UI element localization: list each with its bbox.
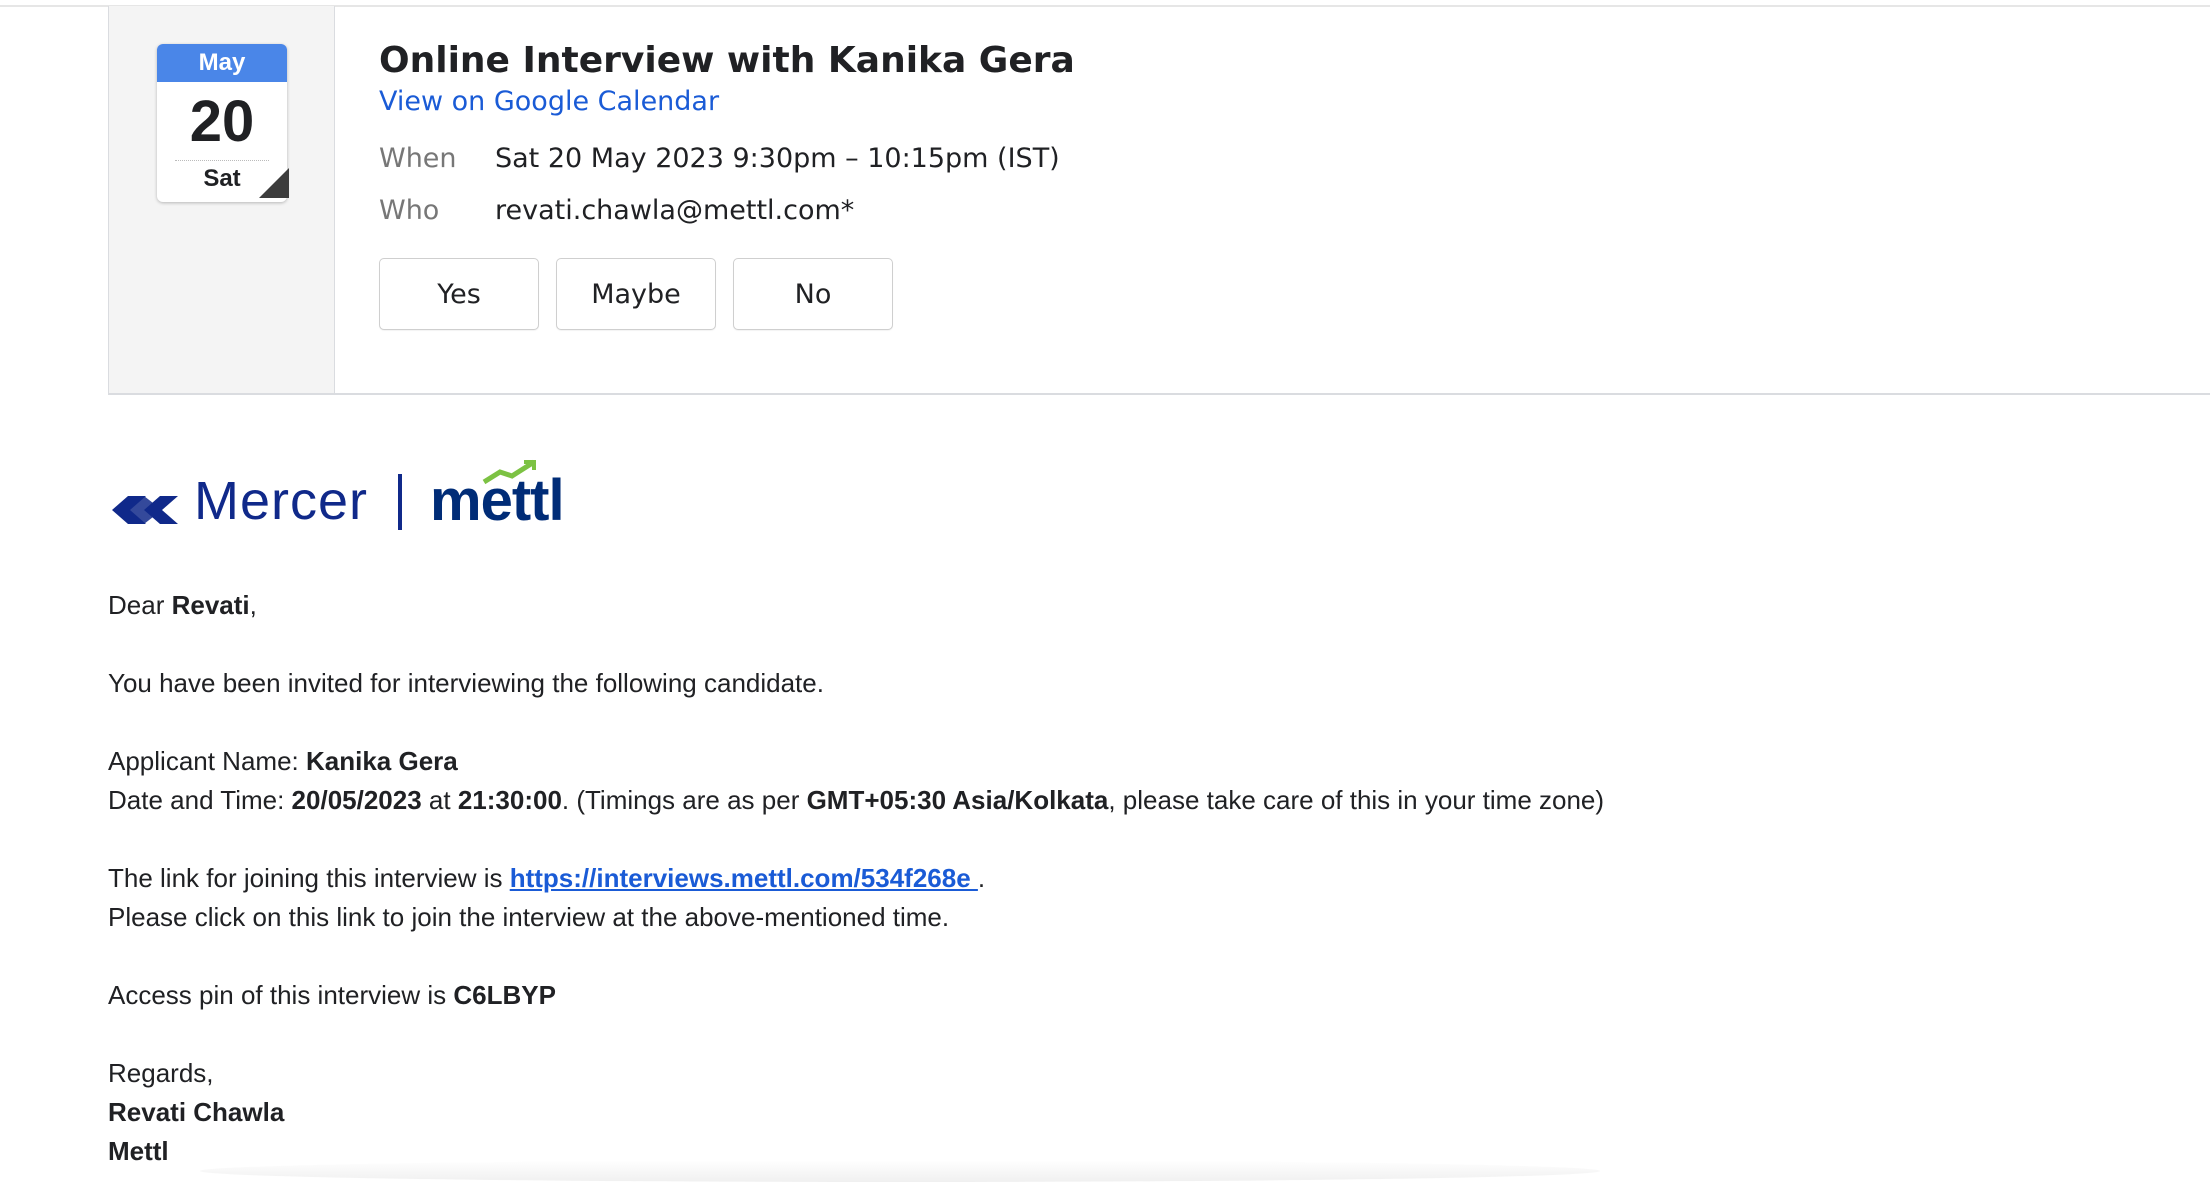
rsvp-no-button[interactable]: No — [733, 258, 893, 330]
rsvp-yes-button[interactable]: Yes — [379, 258, 539, 330]
event-who-row: Who revati.chawla@mettl.com* — [379, 184, 1075, 236]
mettl-logo: mettl — [430, 459, 565, 532]
page-curl-icon — [259, 168, 289, 198]
when-label: When — [379, 142, 457, 174]
applicant-label: Applicant Name: — [108, 746, 306, 776]
applicant-line: Applicant Name: Kanika Gera — [108, 742, 1604, 781]
link-suffix: . — [977, 863, 986, 893]
event-details: Online Interview with Kanika Gera View o… — [379, 38, 1075, 330]
link-line: The link for joining this interview is h… — [108, 859, 1604, 898]
when-value: Sat 20 May 2023 9:30pm – 10:15pm (IST) — [495, 142, 1060, 174]
intro-text: You have been invited for interviewing t… — [108, 668, 824, 698]
who-label: Who — [379, 194, 440, 226]
mercer-wordmark: Mercer — [194, 471, 369, 531]
datetime-line: Date and Time: 20/05/2023 at 21:30:00. (… — [108, 781, 1604, 820]
calendar-month: May — [157, 44, 287, 82]
access-pin: C6LBYP — [453, 980, 556, 1010]
mercer-mettl-logo: Mercer mettl — [110, 458, 565, 532]
pin-prefix: Access pin of this interview is — [108, 980, 454, 1010]
calendar-invite-card: May 20 Sat Online Interview with Kanika … — [108, 6, 2210, 395]
event-when-row: When Sat 20 May 2023 9:30pm – 10:15pm (I… — [379, 132, 1075, 184]
timing-prefix: . (Timings are as per — [561, 785, 807, 815]
rsvp-buttons: Yes Maybe No — [379, 258, 1075, 330]
calendar-date-panel: May 20 Sat — [109, 6, 335, 393]
timing-suffix: , please take care of this in your time … — [1108, 785, 1605, 815]
view-on-google-calendar-link[interactable]: View on Google Calendar — [379, 84, 719, 120]
at-text: at — [421, 785, 458, 815]
interview-date: 20/05/2023 — [291, 785, 422, 815]
email-view: May 20 Sat Online Interview with Kanika … — [0, 0, 2210, 1182]
link-prefix: The link for joining this interview is — [108, 863, 510, 893]
logo-separator — [398, 474, 403, 530]
bottom-shadow — [200, 1160, 1600, 1182]
mercer-logo-icon — [112, 496, 178, 524]
calendar-day: 20 — [189, 89, 255, 154]
email-body: Dear Revati, You have been invited for i… — [108, 586, 1604, 1171]
datetime-label: Date and Time: — [108, 785, 292, 815]
greeting-suffix: , — [249, 590, 257, 620]
event-title: Online Interview with Kanika Gera — [379, 40, 1075, 81]
rsvp-maybe-button[interactable]: Maybe — [556, 258, 716, 330]
pin-line: Access pin of this interview is C6LBYP — [108, 976, 1604, 1015]
greeting: Dear Revati, — [108, 586, 1604, 625]
greeting-prefix: Dear — [108, 590, 172, 620]
interview-time: 21:30:00 — [457, 785, 562, 815]
event-info: When Sat 20 May 2023 9:30pm – 10:15pm (I… — [379, 132, 1075, 236]
link-instruction: Please click on this link to join the in… — [108, 902, 950, 932]
growth-chart-icon — [482, 459, 537, 485]
regards: Regards, — [108, 1058, 214, 1088]
recipient-name: Revati — [171, 590, 250, 620]
sender-org-text: Mettl — [108, 1136, 169, 1166]
sender-name: Revati Chawla — [108, 1093, 1604, 1132]
timezone: GMT+05:30 Asia/Kolkata — [806, 785, 1109, 815]
who-value: revati.chawla@mettl.com* — [495, 194, 855, 226]
applicant-name: Kanika Gera — [305, 746, 458, 776]
interview-link[interactable]: https://interviews.mettl.com/534f268e — [510, 863, 978, 893]
sender-name-text: Revati Chawla — [108, 1097, 285, 1127]
